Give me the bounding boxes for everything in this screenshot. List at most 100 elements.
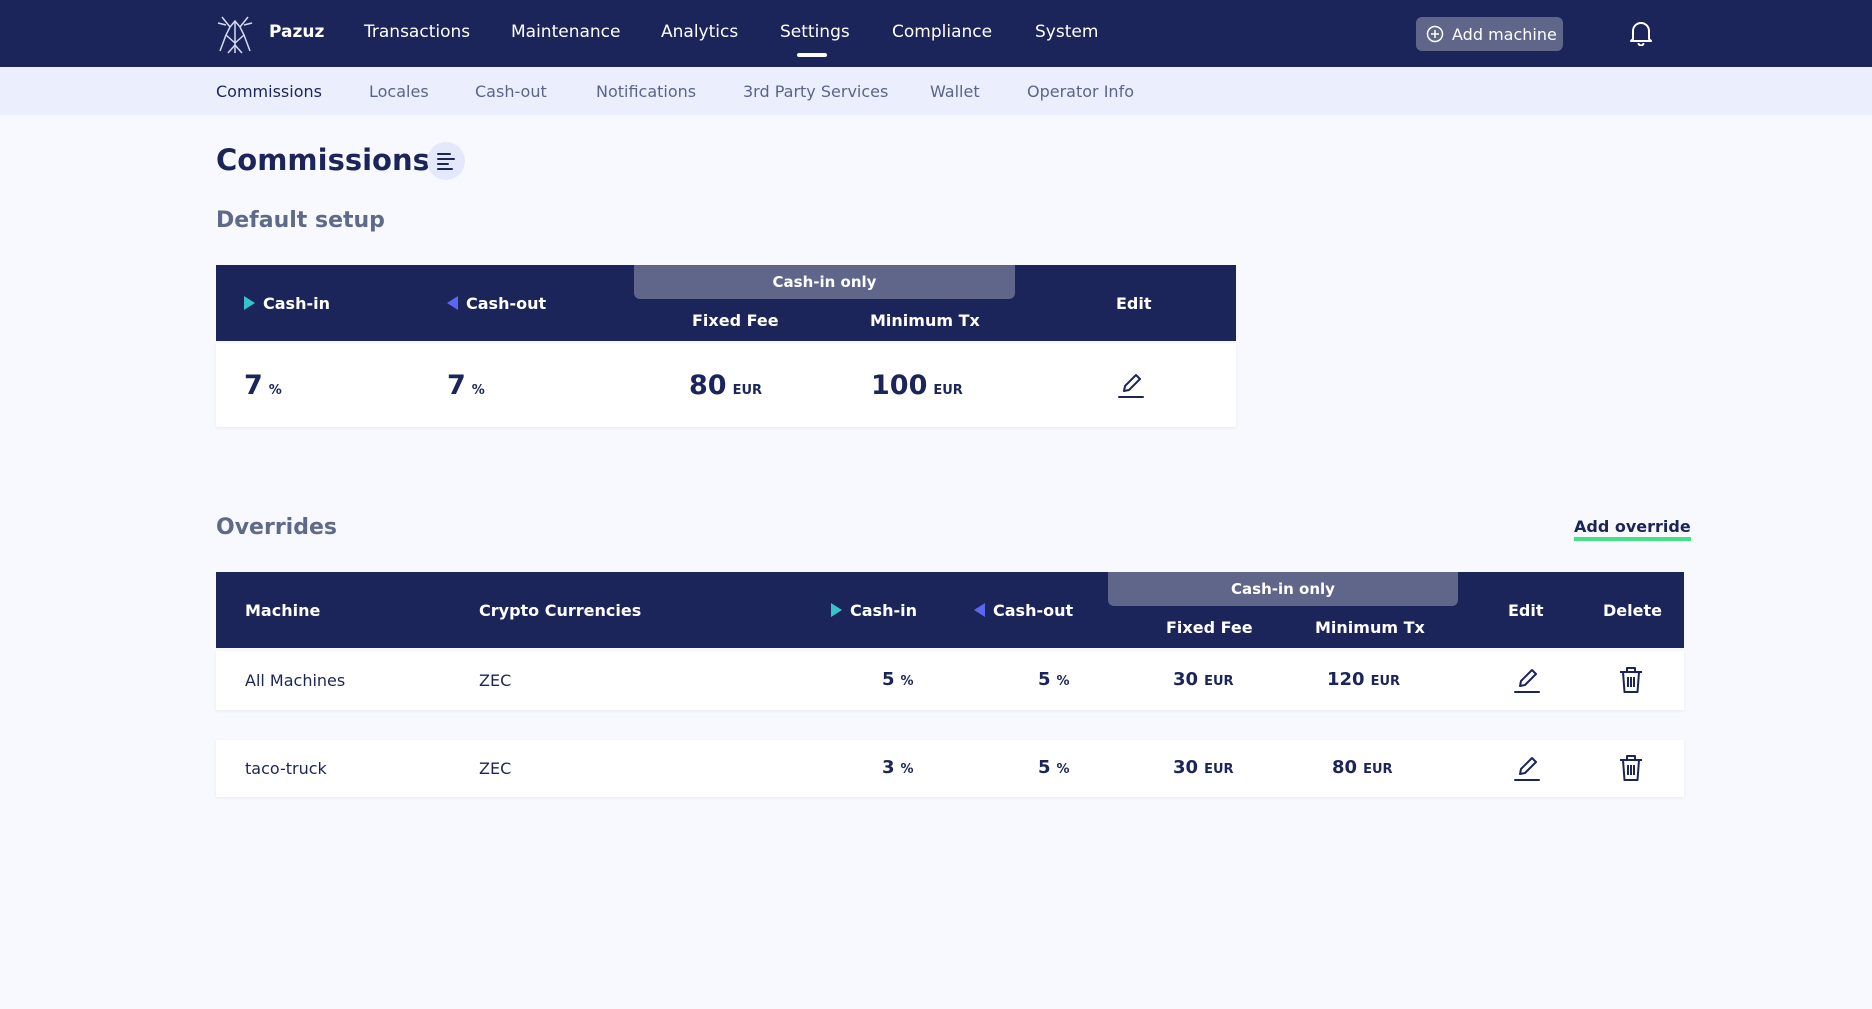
add-override-button[interactable]: Add override bbox=[1574, 518, 1691, 541]
trash-icon[interactable] bbox=[1616, 753, 1646, 783]
override-cash-in-value: 5 bbox=[882, 669, 895, 690]
nav-system[interactable]: System bbox=[1035, 22, 1098, 42]
nav-settings[interactable]: Settings bbox=[780, 22, 850, 42]
default-cash-in-unit: % bbox=[268, 383, 282, 398]
add-machine-button[interactable]: Add machine bbox=[1416, 17, 1563, 51]
override-cash-in: 5% bbox=[882, 669, 914, 690]
header-cash-out: Cash-out bbox=[447, 294, 546, 313]
override-cash-out-unit: % bbox=[1056, 762, 1070, 777]
cash-in-only-group: Cash-in only bbox=[1108, 572, 1458, 606]
default-cash-out-unit: % bbox=[471, 383, 485, 398]
header-cash-in-label: Cash-in bbox=[850, 601, 917, 620]
page-title: Commissions bbox=[216, 143, 430, 177]
header-cash-in-label: Cash-in bbox=[263, 294, 330, 313]
pazuz-logo-icon[interactable] bbox=[216, 13, 254, 55]
header-cash-in: Cash-in bbox=[831, 601, 917, 620]
override-fixed-fee-value: 30 bbox=[1173, 757, 1199, 778]
crypto-currencies: ZEC bbox=[479, 759, 512, 778]
override-cash-out-value: 5 bbox=[1038, 669, 1051, 690]
default-cash-in-value: 7 bbox=[244, 370, 263, 401]
default-cash-in: 7% bbox=[244, 370, 282, 401]
add-machine-label: Add machine bbox=[1452, 24, 1557, 44]
plus-circle-icon bbox=[1426, 25, 1444, 43]
edit-icon[interactable] bbox=[1116, 370, 1146, 400]
default-cash-out: 7% bbox=[447, 370, 485, 401]
toggle-help-button[interactable] bbox=[427, 142, 465, 180]
settings-subnav: Commissions Locales Cash-out Notificatio… bbox=[0, 67, 1872, 115]
header-edit: Edit bbox=[1508, 601, 1544, 620]
subnav-cash-out[interactable]: Cash-out bbox=[475, 82, 547, 101]
override-cash-in: 3% bbox=[882, 757, 914, 778]
override-minimum-tx-value: 120 bbox=[1327, 669, 1365, 690]
override-minimum-tx: 120 EUR bbox=[1327, 669, 1400, 690]
cash-out-arrow-icon bbox=[974, 603, 985, 617]
header-edit: Edit bbox=[1116, 294, 1152, 313]
override-cash-in-unit: % bbox=[900, 674, 914, 689]
override-cash-in-unit: % bbox=[900, 762, 914, 777]
machine-name: taco-truck bbox=[245, 759, 327, 778]
default-fixed-fee: 80 EUR bbox=[689, 370, 762, 401]
cash-in-arrow-icon bbox=[831, 603, 842, 617]
subnav-commissions[interactable]: Commissions bbox=[216, 82, 322, 101]
default-minimum-tx: 100 EUR bbox=[871, 370, 963, 401]
default-minimum-tx-value: 100 bbox=[871, 370, 928, 401]
overrides-title: Overrides bbox=[216, 515, 337, 540]
subnav-wallet[interactable]: Wallet bbox=[930, 82, 980, 101]
edit-icon[interactable] bbox=[1512, 753, 1542, 783]
machine-name: All Machines bbox=[245, 671, 346, 690]
override-minimum-tx: 80 EUR bbox=[1332, 757, 1393, 778]
header-crypto-currencies: Crypto Currencies bbox=[479, 601, 642, 620]
default-fixed-fee-unit: EUR bbox=[732, 383, 763, 398]
default-setup-row: 7% 7% 80 EUR 100 EUR bbox=[216, 343, 1236, 427]
override-cash-out: 5% bbox=[1038, 757, 1070, 778]
crypto-currencies: ZEC bbox=[479, 671, 512, 690]
override-fixed-fee-value: 30 bbox=[1173, 669, 1199, 690]
default-setup-title: Default setup bbox=[216, 208, 385, 233]
subnav-3rd-party-services[interactable]: 3rd Party Services bbox=[743, 82, 888, 101]
brand-name: Pazuz bbox=[269, 22, 325, 42]
header-delete: Delete bbox=[1603, 601, 1662, 620]
trash-icon[interactable] bbox=[1616, 665, 1646, 695]
overrides-header: Machine Crypto Currencies Cash-in Cash-o… bbox=[216, 572, 1684, 648]
default-setup-header: Cash-in Cash-out Cash-in only Fixed Fee … bbox=[216, 265, 1236, 341]
override-fixed-fee: 30 EUR bbox=[1173, 669, 1234, 690]
top-navbar: Pazuz Transactions Maintenance Analytics… bbox=[0, 0, 1872, 67]
subnav-locales[interactable]: Locales bbox=[369, 82, 429, 101]
subnav-notifications[interactable]: Notifications bbox=[596, 82, 696, 101]
nav-compliance[interactable]: Compliance bbox=[892, 22, 992, 42]
override-fixed-fee-unit: EUR bbox=[1204, 762, 1234, 777]
override-cash-out: 5% bbox=[1038, 669, 1070, 690]
default-fixed-fee-value: 80 bbox=[689, 370, 727, 401]
default-cash-out-value: 7 bbox=[447, 370, 466, 401]
bell-icon[interactable] bbox=[1629, 20, 1653, 46]
nav-maintenance[interactable]: Maintenance bbox=[511, 22, 620, 42]
header-fixed-fee: Fixed Fee bbox=[692, 311, 779, 330]
default-minimum-tx-unit: EUR bbox=[933, 383, 963, 398]
cash-in-arrow-icon bbox=[244, 296, 255, 310]
subnav-operator-info[interactable]: Operator Info bbox=[1027, 82, 1134, 101]
override-cash-out-value: 5 bbox=[1038, 757, 1051, 778]
override-fixed-fee: 30 EUR bbox=[1173, 757, 1234, 778]
override-cash-in-value: 3 bbox=[882, 757, 895, 778]
cash-in-only-group: Cash-in only bbox=[634, 265, 1015, 299]
header-cash-out: Cash-out bbox=[974, 601, 1073, 620]
header-cash-out-label: Cash-out bbox=[993, 601, 1074, 620]
nav-active-indicator bbox=[797, 53, 827, 57]
cash-out-arrow-icon bbox=[447, 296, 458, 310]
override-fixed-fee-unit: EUR bbox=[1204, 674, 1234, 689]
table-row: All Machines ZEC 5% 5% 30 EUR 120 EUR bbox=[216, 651, 1684, 710]
header-fixed-fee: Fixed Fee bbox=[1166, 618, 1253, 637]
header-cash-in: Cash-in bbox=[244, 294, 330, 313]
override-minimum-tx-unit: EUR bbox=[1363, 762, 1393, 777]
edit-icon[interactable] bbox=[1512, 665, 1542, 695]
override-cash-out-unit: % bbox=[1056, 674, 1070, 689]
table-row: taco-truck ZEC 3% 5% 30 EUR 80 EUR bbox=[216, 740, 1684, 797]
nav-transactions[interactable]: Transactions bbox=[364, 22, 470, 42]
override-minimum-tx-value: 80 bbox=[1332, 757, 1358, 778]
header-minimum-tx: Minimum Tx bbox=[1315, 618, 1425, 637]
header-cash-out-label: Cash-out bbox=[466, 294, 547, 313]
override-minimum-tx-unit: EUR bbox=[1370, 674, 1401, 689]
nav-analytics[interactable]: Analytics bbox=[661, 22, 738, 42]
text-align-left-icon bbox=[437, 153, 455, 170]
header-minimum-tx: Minimum Tx bbox=[870, 311, 980, 330]
